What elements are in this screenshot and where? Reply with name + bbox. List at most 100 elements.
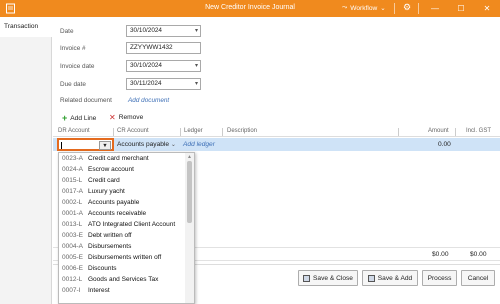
save-add-button[interactable]: Save & Add [362, 270, 418, 286]
list-item[interactable]: 0023-A Credit card merchant [59, 153, 186, 164]
add-document-link[interactable]: Add document [128, 97, 169, 104]
chevron-down-icon[interactable]: ▾ [195, 79, 198, 89]
list-item[interactable]: 0013-L ATO Integrated Client Account [59, 219, 186, 230]
account-name: Luxury yacht [88, 188, 125, 195]
column-divider[interactable] [398, 128, 399, 136]
list-item[interactable]: 0001-A Accounts receivable [59, 208, 186, 219]
total-amount: $0.00 [432, 251, 449, 258]
scroll-up-icon[interactable]: ▲ [187, 154, 192, 160]
account-code: 0003-E [62, 232, 83, 239]
account-name: Discounts [88, 265, 117, 272]
tab-transaction[interactable]: Transaction [0, 17, 52, 37]
column-divider[interactable] [180, 128, 181, 136]
account-code: 0005-E [62, 254, 83, 261]
list-item[interactable]: 0007-I Interest [59, 285, 186, 296]
account-code: 0024-A [62, 166, 83, 173]
list-item[interactable]: 0017-A Luxury yacht [59, 186, 186, 197]
remove-label: Remove [118, 114, 144, 121]
account-name: Debt written off [88, 232, 132, 239]
cr-account-cell[interactable]: Accounts payable ⌄ [117, 141, 176, 148]
column-divider[interactable] [455, 128, 456, 136]
account-code: 0015-L [62, 177, 83, 184]
title-bar: New Creditor Invoice Journal ⤳ Workflow … [0, 0, 500, 17]
date-value: 30/10/2024 [130, 27, 162, 34]
invoice-date-label: Invoice date [60, 63, 95, 70]
gear-icon[interactable]: ⚙ [403, 2, 411, 13]
chevron-down-icon[interactable]: ▾ [195, 61, 198, 71]
column-header-dr-account[interactable]: DR Account [58, 128, 90, 134]
tab-strip: Transaction [0, 17, 52, 304]
total-incl-gst: $0.00 [470, 251, 487, 258]
scrollbar-thumb[interactable] [187, 161, 192, 223]
amount-cell[interactable]: 0.00 [438, 141, 451, 148]
list-item[interactable]: 0004-A Disbursements [59, 241, 186, 252]
due-date-value: 30/11/2024 [130, 80, 162, 87]
cancel-label: Cancel [467, 274, 489, 282]
workflow-icon: ⤳ [342, 4, 348, 11]
list-item[interactable]: 0015-L Credit card [59, 175, 186, 186]
invoice-date-value: 30/10/2024 [130, 62, 162, 69]
process-button[interactable]: Process [422, 270, 457, 286]
column-header-incl-gst[interactable]: Incl. GST [466, 128, 491, 134]
date-label: Date [60, 28, 74, 35]
remove-button[interactable]: ✕ Remove [109, 113, 143, 122]
account-code: 0017-A [62, 188, 83, 195]
grid-toolbar: + Add Line ✕ Remove [53, 110, 500, 125]
invoice-number-label: Invoice # [60, 45, 86, 52]
account-name: Escrow account [88, 166, 134, 173]
plus-icon: + [62, 113, 68, 123]
cr-account-value: Accounts payable [117, 141, 170, 148]
list-item[interactable]: 0024-A Escrow account [59, 164, 186, 175]
save-close-button[interactable]: Save & Close [298, 270, 358, 286]
account-name: Disbursements written off [88, 254, 162, 261]
account-code: 0023-A [62, 155, 83, 162]
column-divider[interactable] [222, 128, 223, 136]
maximize-button[interactable]: ☐ [450, 1, 472, 16]
chevron-down-icon[interactable]: ⌄ [171, 142, 176, 148]
account-name: Interest [88, 287, 110, 294]
cancel-button[interactable]: Cancel [461, 270, 495, 286]
add-line-button[interactable]: + Add Line [62, 113, 96, 123]
dropdown-scrollbar[interactable]: ▲ [185, 153, 194, 303]
account-dropdown-list[interactable]: 0023-A Credit card merchant 0024-A Escro… [58, 152, 195, 304]
chevron-down-icon[interactable]: ▼ [99, 141, 111, 150]
account-name: Accounts receivable [88, 210, 147, 217]
title-separator [418, 3, 419, 14]
minimize-button[interactable]: — [424, 1, 446, 16]
save-close-label: Save & Close [313, 274, 353, 282]
list-item[interactable]: 0002-L Accounts payable [59, 197, 186, 208]
chevron-down-icon: ⌄ [380, 5, 386, 12]
due-date-label: Due date [60, 81, 86, 88]
account-code: 0002-L [62, 199, 83, 206]
add-ledger-link[interactable]: Add ledger [183, 141, 215, 148]
list-item[interactable]: 0012-L Goods and Services Tax [59, 274, 186, 285]
date-field[interactable]: 30/10/2024 ▾ [126, 25, 201, 37]
save-add-label: Save & Add [377, 274, 413, 282]
account-name: Disbursements [88, 243, 132, 250]
account-name: Credit card [88, 177, 120, 184]
save-icon [367, 274, 375, 282]
account-code: 0004-A [62, 243, 83, 250]
list-item[interactable]: 0006-E Discounts [59, 263, 186, 274]
account-code: 0012-L [62, 276, 83, 283]
account-code: 0013-L [62, 221, 83, 228]
process-label: Process [427, 274, 452, 282]
dr-account-combobox[interactable]: ▼ [57, 138, 114, 151]
column-header-ledger[interactable]: Ledger [184, 128, 203, 134]
chevron-down-icon[interactable]: ▾ [195, 26, 198, 36]
column-header-description[interactable]: Description [227, 128, 257, 134]
account-name: Credit card merchant [88, 155, 149, 162]
text-caret [61, 142, 62, 149]
list-item[interactable]: 0003-E Debt written off [59, 230, 186, 241]
column-header-amount[interactable]: Amount [428, 128, 449, 134]
account-name: ATO Integrated Client Account [88, 221, 176, 228]
workflow-button[interactable]: ⤳ Workflow ⌄ [342, 4, 386, 12]
due-date-field[interactable]: 30/11/2024 ▾ [126, 78, 201, 90]
list-item[interactable]: 0005-E Disbursements written off [59, 252, 186, 263]
column-divider[interactable] [113, 128, 114, 136]
close-button[interactable]: ✕ [476, 1, 498, 16]
title-separator [394, 3, 395, 14]
invoice-date-field[interactable]: 30/10/2024 ▾ [126, 60, 201, 72]
invoice-number-field[interactable]: ZZYYWW1432 [126, 42, 201, 54]
column-header-cr-account[interactable]: CR Account [117, 128, 149, 134]
